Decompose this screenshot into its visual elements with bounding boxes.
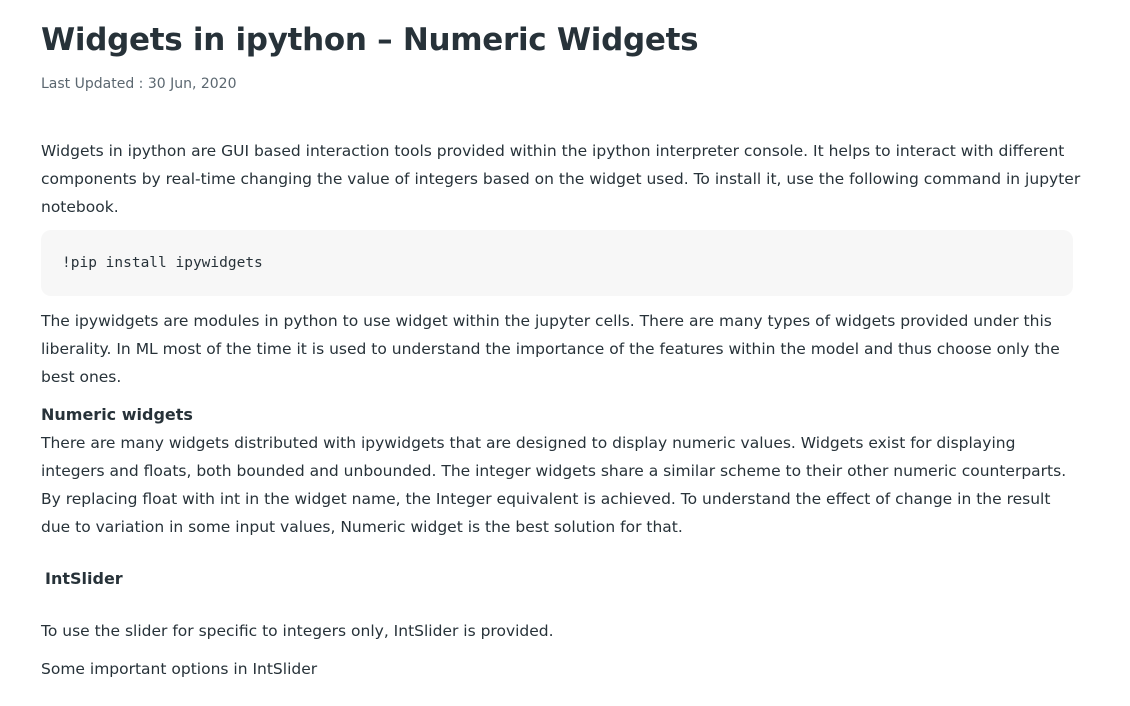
code-block[interactable]: !pip install ipywidgets	[41, 230, 1073, 296]
intslider-heading: IntSlider	[45, 569, 123, 588]
article: Widgets in ipython – Numeric Widgets Las…	[0, 0, 1130, 706]
numeric-widgets-heading: Numeric widgets	[41, 405, 193, 424]
intro-paragraph: Widgets in ipython are GUI based interac…	[41, 142, 1081, 216]
numeric-widgets-paragraph: There are many widgets distributed with …	[41, 434, 1067, 536]
intslider-options-intro: Some important options in IntSlider	[41, 660, 318, 678]
page-title: Widgets in ipython – Numeric Widgets	[41, 22, 699, 58]
intslider-paragraph: To use the slider for specific to intege…	[41, 622, 554, 640]
install-command[interactable]: !pip install ipywidgets	[62, 230, 1073, 296]
last-updated-date: Last Updated : 30 Jun, 2020	[41, 76, 237, 92]
ipywidgets-paragraph: The ipywidgets are modules in python to …	[41, 312, 1060, 386]
